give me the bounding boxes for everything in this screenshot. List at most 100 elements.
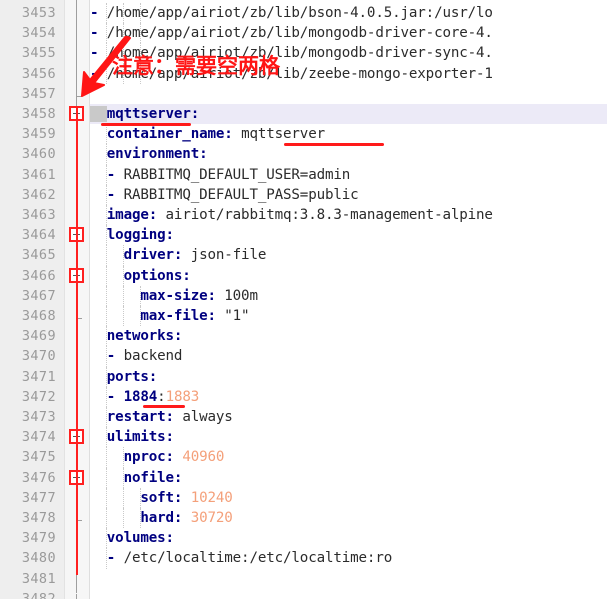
- code-token: :: [157, 388, 166, 405]
- code-line[interactable]: - /etc/localtime:/etc/localtime:ro: [90, 548, 607, 569]
- code-token: RABBITMQ_DEFAULT_PASS=public: [123, 186, 359, 203]
- code-token: nofile:: [90, 469, 183, 486]
- code-line[interactable]: driver: json-file: [90, 245, 607, 266]
- code-token: RABBITMQ_DEFAULT_USER=admin: [123, 166, 351, 183]
- code-line[interactable]: networks:: [90, 326, 607, 347]
- line-number: 3474: [21, 429, 56, 446]
- code-token: /home/app/airiot/zb/lib/mongodb-driver-c…: [106, 25, 493, 42]
- annotation-fold-highlight-3464: [69, 227, 84, 243]
- code-token: json-file: [190, 247, 267, 264]
- code-token: max-file:: [90, 308, 225, 324]
- code-line[interactable]: restart: always: [90, 407, 607, 428]
- code-token: logging:: [90, 227, 174, 244]
- line-number: 3480: [21, 550, 56, 567]
- code-line[interactable]: ulimits:: [90, 427, 607, 448]
- code-token: nproc:: [90, 449, 183, 466]
- line-number: 3458: [21, 106, 56, 122]
- line-number: 3456: [21, 65, 56, 82]
- line-number: 3465: [21, 247, 56, 264]
- line-number: 3479: [21, 530, 56, 547]
- mqttserver-key-underline: [101, 123, 191, 126]
- code-line[interactable]: - backend: [90, 346, 607, 367]
- line-number: 3482: [21, 590, 56, 599]
- code-line[interactable]: max-file: "1": [90, 306, 607, 327]
- red-vertical-guide-line: [76, 108, 78, 575]
- code-line[interactable]: environment:: [90, 144, 607, 165]
- code-text-area[interactable]: - /home/app/airiot/zb/lib/bson-4.0.5.jar…: [90, 0, 607, 599]
- code-token: environment:: [90, 146, 208, 163]
- code-token: max-size:: [90, 287, 225, 304]
- line-number: 3454: [21, 25, 56, 42]
- code-line[interactable]: [90, 589, 607, 599]
- code-line[interactable]: volumes:: [90, 528, 607, 549]
- line-number: 3455: [21, 45, 56, 62]
- line-number: 3464: [21, 227, 56, 244]
- code-token: /etc/localtime:/etc/localtime:ro: [123, 550, 393, 567]
- code-token: airiot/rabbitmq:3.8.3-management-alpine: [165, 207, 493, 223]
- code-token: mqttserver: [241, 126, 325, 143]
- code-line[interactable]: nofile:: [90, 467, 607, 488]
- annotation-fold-highlight-3466: [69, 267, 84, 283]
- code-line[interactable]: hard: 30720: [90, 508, 607, 529]
- code-line[interactable]: ports:: [90, 366, 607, 387]
- code-token: -: [90, 186, 124, 203]
- container-name-value-underline: [284, 143, 384, 146]
- line-number: 3461: [21, 166, 56, 183]
- fold-range-end-corner: [76, 593, 83, 599]
- code-line[interactable]: - /home/app/airiot/zb/lib/bson-4.0.5.jar…: [90, 3, 607, 24]
- code-token: driver:: [90, 247, 191, 264]
- code-token: options:: [90, 267, 191, 284]
- line-number: 3463: [21, 207, 56, 223]
- code-line[interactable]: - 1884:1883: [90, 386, 607, 407]
- line-number: 3467: [21, 287, 56, 304]
- line-number: 3475: [21, 449, 56, 466]
- code-token: mqttserver:: [106, 106, 200, 122]
- line-number: 3477: [21, 489, 56, 506]
- code-line[interactable]: [90, 569, 607, 589]
- annotation-fold-highlight-3474: [69, 429, 84, 445]
- code-token: always: [182, 409, 233, 425]
- line-number: 3460: [21, 146, 56, 163]
- annotation-fold-highlight-3476: [69, 469, 84, 485]
- code-token: container_name:: [90, 126, 242, 143]
- code-token: -: [90, 166, 124, 183]
- code-line[interactable]: [90, 84, 607, 104]
- line-number: 3478: [21, 510, 56, 526]
- selected-whitespace: [90, 106, 107, 122]
- code-token: restart:: [90, 409, 183, 425]
- code-token: 40960: [182, 449, 225, 466]
- line-number: 3473: [21, 409, 56, 425]
- code-token: -: [90, 550, 124, 567]
- code-editor-viewport[interactable]: 3453 3454 3455 3456 3457 3458 3459 3460 3461 3462…: [0, 0, 607, 599]
- line-number-gutter: 3453 3454 3455 3456 3457 3458 3459 3460 3461 3462…: [0, 0, 65, 599]
- code-token: ports:: [90, 368, 158, 385]
- code-line[interactable]: container_name: mqttserver: [90, 124, 607, 145]
- line-number: 3471: [21, 368, 56, 385]
- code-line[interactable]: nproc: 40960: [90, 447, 607, 468]
- code-line[interactable]: image: airiot/rabbitmq:3.8.3-management-…: [90, 205, 607, 226]
- code-line[interactable]: - /home/app/airiot/zb/lib/mongodb-driver…: [90, 23, 607, 44]
- line-number: 3462: [21, 186, 56, 203]
- code-token: -: [90, 348, 124, 365]
- code-token: image:: [90, 207, 166, 223]
- code-token: 100m: [224, 287, 258, 304]
- code-token: 30720: [190, 510, 233, 526]
- line-number: 3459: [21, 126, 56, 143]
- line-number: 3472: [21, 388, 56, 405]
- code-token: "1": [224, 308, 250, 324]
- code-token: -: [90, 388, 124, 405]
- code-line[interactable]: options:: [90, 265, 607, 286]
- code-line[interactable]: logging:: [90, 225, 607, 246]
- code-token: 1883: [165, 388, 200, 405]
- code-token: 1884: [123, 388, 158, 405]
- code-token: backend: [123, 348, 183, 365]
- code-line[interactable]: soft: 10240: [90, 487, 607, 508]
- code-token: -: [90, 5, 107, 21]
- code-line[interactable]: - RABBITMQ_DEFAULT_PASS=public: [90, 184, 607, 205]
- line-number: 3457: [21, 85, 56, 102]
- line-number: 3470: [21, 348, 56, 365]
- code-line[interactable]: - RABBITMQ_DEFAULT_USER=admin: [90, 164, 607, 185]
- code-token: ulimits:: [90, 429, 174, 446]
- code-line-highlighted[interactable]: mqttserver:: [90, 104, 607, 125]
- code-line[interactable]: max-size: 100m: [90, 285, 607, 306]
